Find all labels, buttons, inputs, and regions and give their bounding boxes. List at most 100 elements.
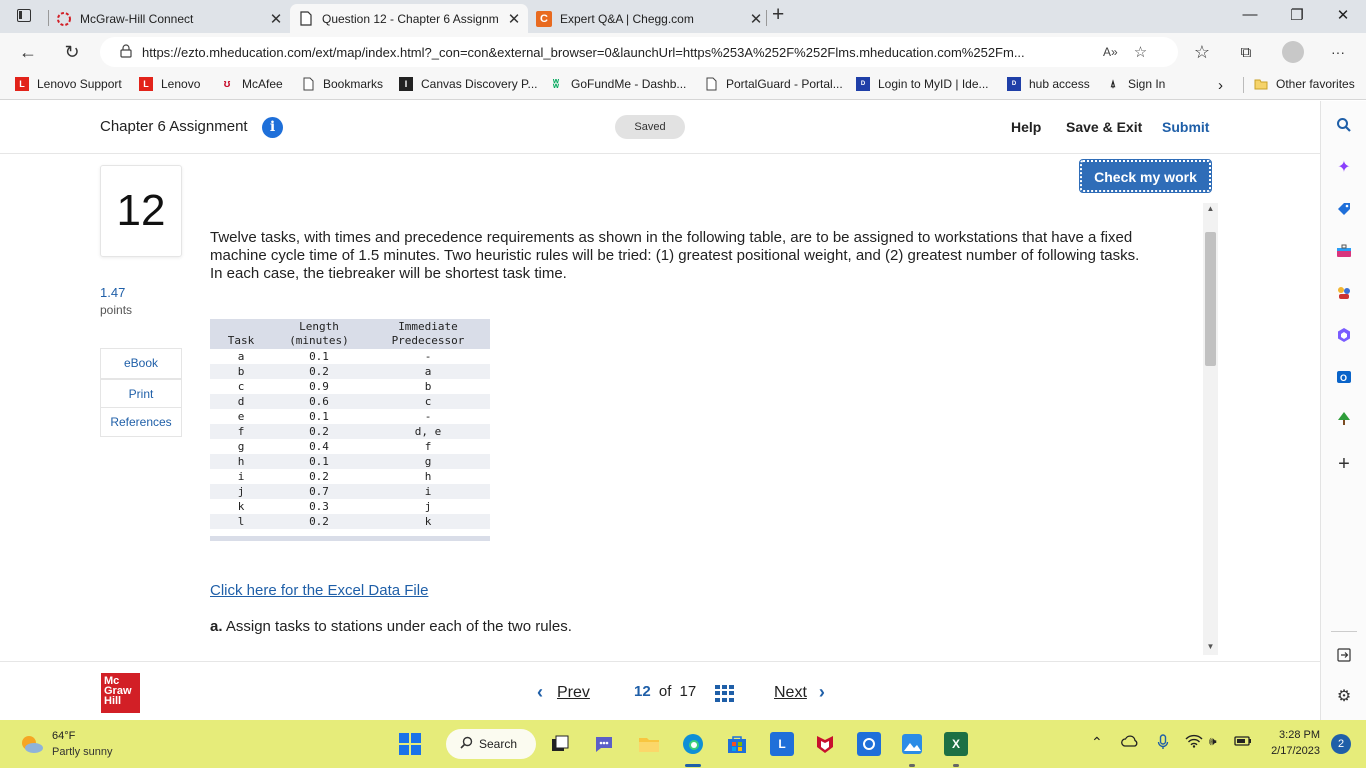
- microsoft-store-icon[interactable]: [725, 732, 749, 756]
- battery-icon[interactable]: [1234, 734, 1252, 750]
- scroll-down-icon[interactable]: ▼: [1203, 641, 1218, 653]
- favorite-canvas-discovery[interactable]: I Canvas Discovery P...: [399, 77, 538, 91]
- tab-actions-icon[interactable]: [17, 9, 31, 22]
- table-row: c 0.9 b: [210, 379, 490, 394]
- table-bottom-border: [210, 536, 490, 541]
- predecessor-cell: c: [366, 394, 490, 409]
- volume-icon[interactable]: 🕪: [1209, 734, 1217, 749]
- favorite-bookmarks[interactable]: Bookmarks: [301, 77, 383, 91]
- lenovo-vantage-icon[interactable]: L: [770, 732, 794, 756]
- close-tab-icon[interactable]: ✕: [268, 10, 284, 28]
- games-icon[interactable]: [1334, 283, 1354, 303]
- favorite-login-myid[interactable]: D Login to MyID | Ide...: [856, 77, 989, 91]
- more-favorites-chevron-icon[interactable]: ›: [1218, 77, 1223, 94]
- search-icon: [460, 736, 473, 752]
- excel-icon[interactable]: X: [944, 732, 968, 756]
- check-my-work-button[interactable]: Check my work: [1079, 159, 1212, 193]
- clock-time[interactable]: 3:28 PM: [1274, 729, 1320, 741]
- favorite-hub-access[interactable]: D hub access: [1007, 77, 1090, 91]
- tools-briefcase-icon[interactable]: [1334, 241, 1354, 261]
- mcafee-icon[interactable]: [813, 732, 837, 756]
- tab-question-12[interactable]: Question 12 - Chapter 6 Assignm ✕: [290, 4, 528, 33]
- profile-avatar[interactable]: [1282, 41, 1304, 63]
- favorite-sign-in[interactable]: ⍋ Sign In: [1106, 77, 1165, 91]
- cortana-icon[interactable]: [857, 732, 881, 756]
- favorite-gofundme[interactable]: ʬ GoFundMe - Dashb...: [549, 77, 687, 91]
- add-favorite-icon[interactable]: ☆: [1134, 43, 1147, 61]
- favorite-lenovo[interactable]: L Lenovo: [139, 77, 200, 91]
- close-tab-icon[interactable]: ✕: [748, 10, 764, 28]
- next-button[interactable]: Next ›: [774, 682, 825, 703]
- favorite-mcafee[interactable]: ʊ McAfee: [220, 77, 283, 91]
- length-cell: 0.1: [272, 409, 366, 424]
- collections-icon[interactable]: ⧉: [1232, 38, 1260, 66]
- table-row: f 0.2 d, e: [210, 424, 490, 439]
- favorite-label: Canvas Discovery P...: [421, 77, 538, 91]
- more-menu-icon[interactable]: ···: [1324, 38, 1352, 66]
- close-window-icon[interactable]: ✕: [1323, 6, 1363, 24]
- page-icon: [298, 11, 314, 27]
- wifi-icon[interactable]: [1185, 734, 1203, 751]
- help-button[interactable]: Help: [1011, 119, 1041, 135]
- partly-sunny-weather-icon[interactable]: [20, 734, 44, 754]
- onedrive-cloud-icon[interactable]: [1121, 734, 1139, 750]
- edge-browser-icon[interactable]: [681, 732, 705, 756]
- submit-button[interactable]: Submit: [1162, 119, 1209, 135]
- chegg-icon: C: [536, 10, 552, 27]
- shopping-tag-icon[interactable]: [1334, 199, 1354, 219]
- discover-sparkle-icon[interactable]: ✦: [1334, 157, 1354, 177]
- add-sidebar-app-icon[interactable]: +: [1334, 453, 1354, 475]
- favorite-label: Lenovo: [161, 77, 201, 91]
- minimize-icon[interactable]: —: [1230, 6, 1270, 23]
- photos-icon[interactable]: [900, 732, 924, 756]
- new-tab-icon[interactable]: +: [772, 4, 784, 25]
- task-view-icon[interactable]: [548, 732, 572, 756]
- tab-chegg[interactable]: C Expert Q&A | Chegg.com ✕: [536, 4, 764, 33]
- sidebar-settings-gear-icon[interactable]: ⚙: [1334, 686, 1354, 706]
- refresh-icon[interactable]: ↻: [58, 38, 86, 66]
- save-exit-button[interactable]: Save & Exit: [1066, 119, 1142, 135]
- teams-chat-icon[interactable]: [592, 732, 616, 756]
- task-cell: i: [210, 469, 272, 484]
- scrollbar-thumb[interactable]: [1205, 232, 1216, 366]
- hide-sidebar-icon[interactable]: [1334, 645, 1354, 665]
- predecessor-cell: f: [366, 439, 490, 454]
- other-favorites[interactable]: Other favorites: [1254, 77, 1355, 91]
- print-button[interactable]: Print: [100, 379, 182, 409]
- info-icon[interactable]: i: [262, 117, 283, 138]
- tree-icon[interactable]: [1334, 409, 1354, 429]
- ebook-button[interactable]: eBook: [100, 348, 182, 379]
- length-cell: 0.3: [272, 499, 366, 514]
- table-row: h 0.1 g: [210, 454, 490, 469]
- prev-button[interactable]: ‹ Prev: [537, 682, 590, 703]
- disney-icon: D: [856, 77, 870, 91]
- back-icon[interactable]: ←: [14, 38, 42, 66]
- windows-start-icon[interactable]: [398, 732, 422, 756]
- file-explorer-icon[interactable]: [637, 732, 661, 756]
- scroll-up-icon[interactable]: ▲: [1203, 203, 1218, 215]
- favorite-portalguard[interactable]: PortalGuard - Portal...: [704, 77, 843, 91]
- favorites-icon[interactable]: ☆: [1188, 38, 1216, 66]
- references-button[interactable]: References: [100, 407, 182, 437]
- clock-date[interactable]: 2/17/2023: [1262, 745, 1320, 757]
- question-grid-icon[interactable]: [715, 685, 734, 702]
- search-icon[interactable]: [1334, 115, 1354, 135]
- taskbar-search-box[interactable]: Search: [446, 729, 536, 759]
- close-tab-icon[interactable]: ✕: [506, 10, 522, 28]
- question-number: 12: [116, 186, 166, 235]
- favorite-lenovo-support[interactable]: L Lenovo Support: [15, 77, 122, 91]
- show-hidden-icons-chevron-icon[interactable]: ⌃: [1091, 734, 1103, 751]
- excel-data-file-link[interactable]: Click here for the Excel Data File: [210, 582, 428, 599]
- microsoft-365-icon[interactable]: [1334, 325, 1354, 345]
- task-cell: g: [210, 439, 272, 454]
- prev-label: Prev: [557, 683, 590, 701]
- microphone-icon[interactable]: [1157, 734, 1169, 753]
- notification-badge[interactable]: 2: [1331, 734, 1351, 754]
- address-bar[interactable]: https://ezto.mheducation.com/ext/map/ind…: [100, 37, 1178, 67]
- restore-icon[interactable]: ❐: [1277, 6, 1317, 24]
- length-cell: 0.9: [272, 379, 366, 394]
- tab-mcgraw-hill-connect[interactable]: McGraw-Hill Connect ✕: [56, 4, 284, 33]
- outlook-icon[interactable]: O: [1334, 367, 1354, 387]
- windows-taskbar: 64°F Partly sunny Search L X ⌃ 🕪 3:28 PM…: [0, 720, 1366, 768]
- read-aloud-icon[interactable]: A»: [1103, 45, 1118, 59]
